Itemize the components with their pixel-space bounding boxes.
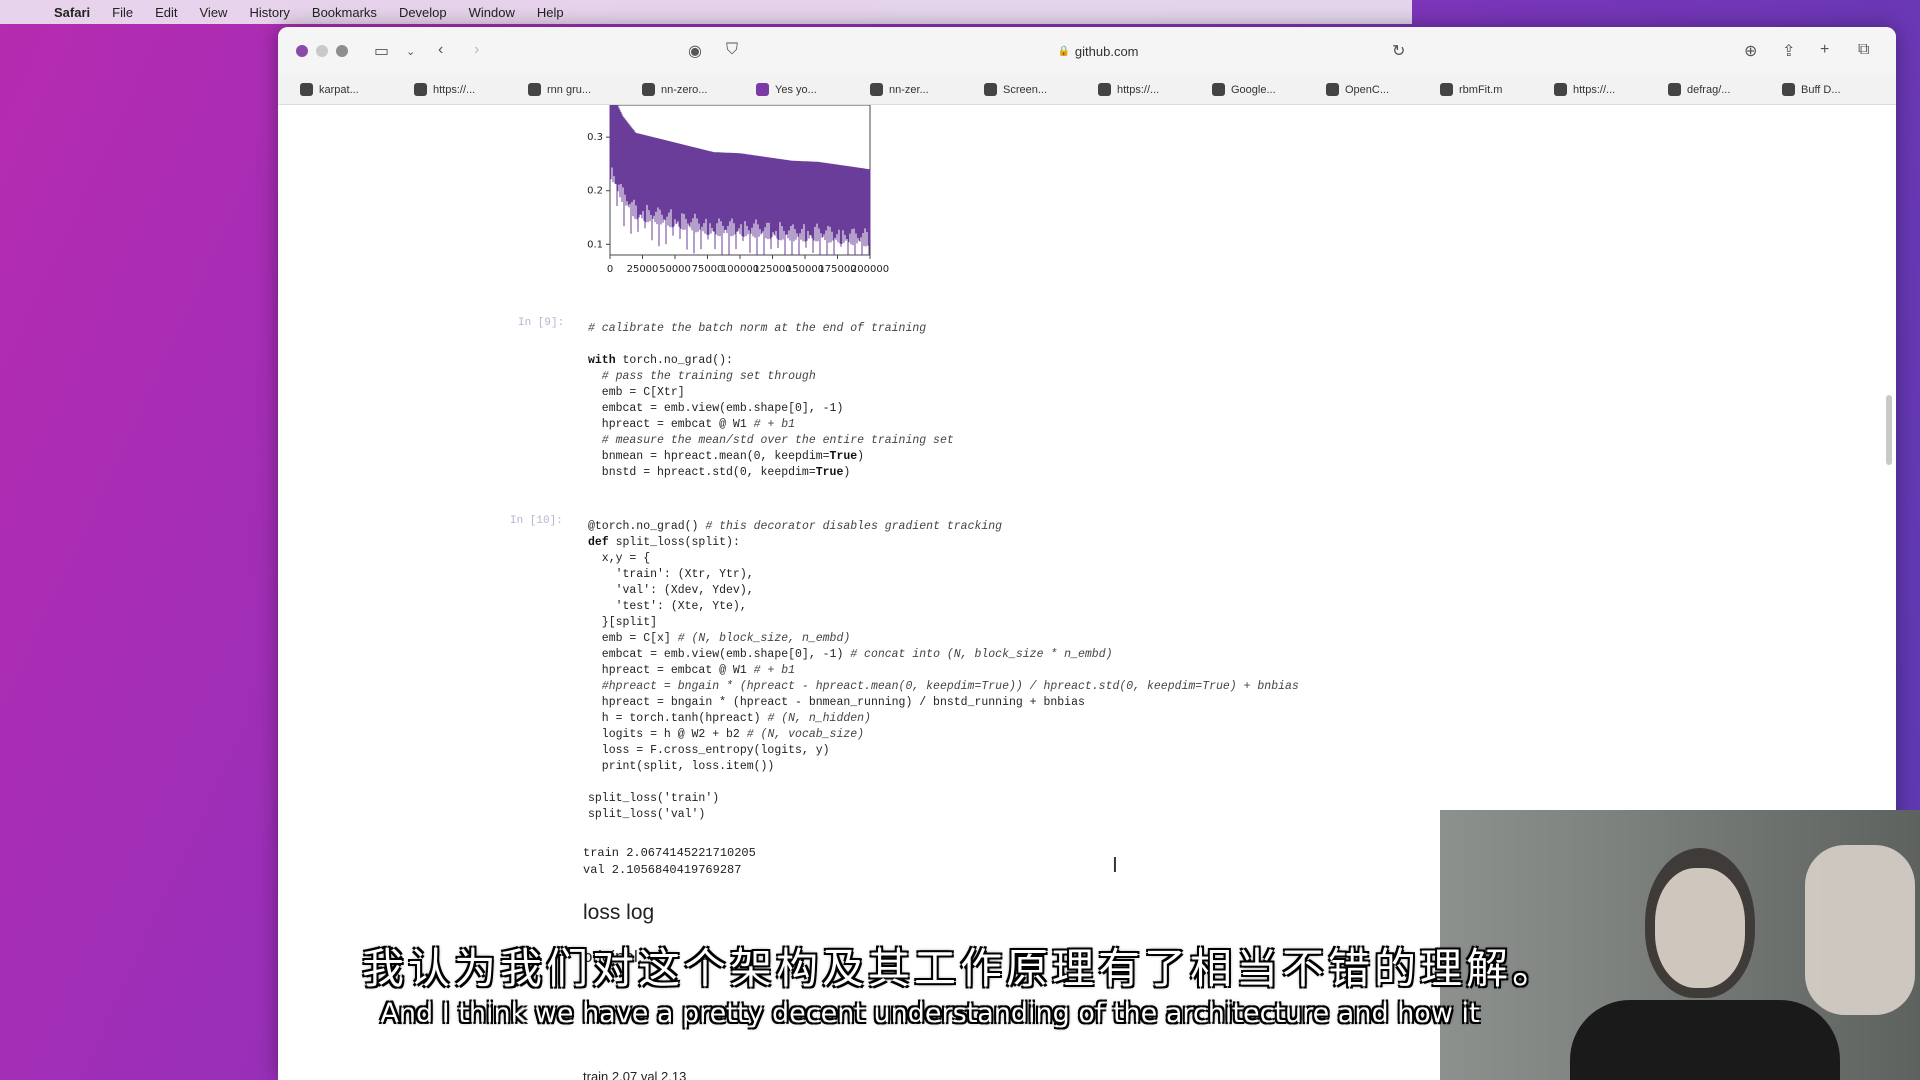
openai-icon: [1326, 83, 1339, 96]
back-icon[interactable]: ‹: [438, 41, 443, 59]
s-icon: [1098, 83, 1111, 96]
menu-help[interactable]: Help: [537, 5, 564, 20]
subtitle-english: And I think we have a pretty decent unde…: [380, 998, 1480, 1029]
share-icon[interactable]: ⇪: [1782, 41, 1795, 61]
code-cell-split-loss[interactable]: @torch.no_grad() # this decorator disabl…: [588, 519, 1299, 823]
bookmark-item[interactable]: OpenC...: [1326, 83, 1440, 96]
menu-edit[interactable]: Edit: [155, 5, 177, 20]
reload-icon[interactable]: ↻: [1392, 41, 1405, 61]
video-icon: [756, 83, 769, 96]
bookmark-item[interactable]: rnn gru...: [528, 83, 642, 96]
cell-output: train 2.0674145221710205 val 2.105684041…: [583, 845, 756, 879]
x-tick-label: 0: [607, 264, 613, 275]
bookmark-item[interactable]: https://...: [1098, 83, 1212, 96]
bookmark-item[interactable]: Buff D...: [1782, 83, 1896, 96]
bookmark-item[interactable]: nn-zero...: [642, 83, 756, 96]
menu-history[interactable]: History: [249, 5, 289, 20]
bookmark-item[interactable]: karpat...: [300, 83, 414, 96]
bookmark-item[interactable]: Screen...: [984, 83, 1098, 96]
menu-safari[interactable]: Safari: [54, 5, 90, 20]
github-icon: [870, 83, 883, 96]
bookmark-item[interactable]: defrag/...: [1668, 83, 1782, 96]
loss-chart-svg: 0 25000 50000 75000100000125000150000175000…: [587, 105, 889, 275]
browser-toolbar: ▭ ⌄ ‹ › ◉ ⛉ 🔒 github.com ↻ ⊕ ⇪ + ⧉: [278, 27, 1896, 75]
y-tick-label: 0.1: [587, 239, 603, 250]
bookmark-item[interactable]: https://...: [414, 83, 528, 96]
bookmark-item[interactable]: nn-zer...: [870, 83, 984, 96]
link-icon: [1554, 83, 1567, 96]
compass-icon: [1440, 83, 1453, 96]
markdown-heading: loss log: [583, 901, 655, 924]
code-cell-calibrate[interactable]: # calibrate the batch norm at the end of…: [588, 321, 954, 481]
loss-chart: 0 25000 50000 75000 100000 125000 150000 175000…: [578, 105, 898, 290]
bookmark-item[interactable]: Google...: [1212, 83, 1326, 96]
minimize-window-button[interactable]: [316, 45, 328, 57]
address-bar[interactable]: 🔒 github.com: [758, 37, 1438, 65]
zoom-window-button[interactable]: [336, 45, 348, 57]
shield-icon[interactable]: ⛉: [726, 41, 738, 59]
menu-file[interactable]: File: [112, 5, 133, 20]
google-icon: [528, 83, 541, 96]
bookmark-item[interactable]: Yes yo...: [756, 83, 870, 96]
new-tab-icon[interactable]: +: [1820, 41, 1829, 59]
link-icon: [414, 83, 427, 96]
bookmarks-bar: karpat... https://... rnn gru... nn-zero…: [278, 75, 1896, 105]
bookmark-item[interactable]: rbmFit.m: [1440, 83, 1554, 96]
close-window-button[interactable]: [296, 45, 308, 57]
github-icon: [642, 83, 655, 96]
text-cursor-icon: I: [1112, 853, 1118, 877]
menu-develop[interactable]: Develop: [399, 5, 447, 20]
output-train: train 2.0674145221710205: [583, 846, 756, 860]
x-tick-label: 75000: [692, 264, 724, 275]
cell-prompt: In [9]:: [518, 317, 565, 329]
menu-view[interactable]: View: [200, 5, 228, 20]
download-icon[interactable]: ⊕: [1744, 41, 1757, 61]
tab-overview-icon[interactable]: ⧉: [1858, 41, 1869, 59]
chevron-down-icon[interactable]: ⌄: [406, 45, 415, 58]
privacy-icon[interactable]: ◉: [688, 41, 702, 61]
menu-bar: Safari File Edit View History Bookmarks …: [0, 0, 1412, 24]
x-tick-label: 200000: [851, 264, 889, 275]
forward-icon[interactable]: ›: [474, 41, 479, 59]
scrollbar-thumb[interactable]: [1886, 395, 1892, 465]
x-tick-label: 50000: [659, 264, 691, 275]
bookmark-item[interactable]: https://...: [1554, 83, 1668, 96]
window-controls: [296, 45, 348, 57]
y-tick-label: 0.2: [587, 186, 603, 197]
screen-icon: [984, 83, 997, 96]
lock-icon: 🔒: [1057, 45, 1070, 57]
y-tick-label: 0.3: [587, 132, 603, 143]
bookmark-icon: [1782, 83, 1795, 96]
subtitle-chinese: 我认为我们对这个架构及其工作原理有了相当不错的理解。: [361, 944, 1558, 993]
markdown-loss-line: train 2.07 val 2.13: [583, 1069, 687, 1080]
url-text: github.com: [1074, 43, 1139, 59]
x-tick-label: 25000: [627, 264, 659, 275]
cell-prompt: In [10]:: [510, 515, 563, 527]
github-icon: [300, 83, 313, 96]
output-val: val 2.1056840419769287: [583, 863, 742, 877]
loss-series-band: [609, 105, 871, 255]
menu-bookmarks[interactable]: Bookmarks: [312, 5, 377, 20]
github-icon: [1668, 83, 1681, 96]
google-icon: [1212, 83, 1225, 96]
sidebar-toggle-icon[interactable]: ▭: [374, 41, 389, 61]
menu-window[interactable]: Window: [469, 5, 515, 20]
